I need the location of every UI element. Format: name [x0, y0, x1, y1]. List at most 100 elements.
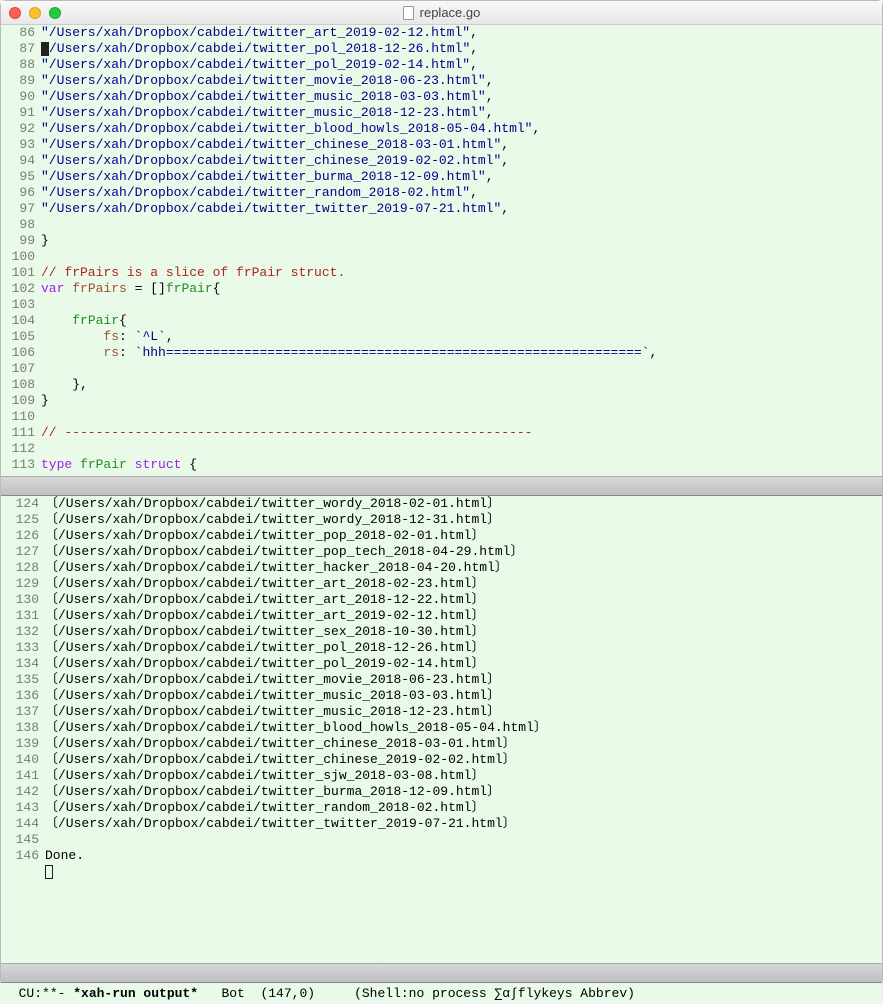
code-line[interactable]: 103 [5, 297, 882, 313]
code-token: } [41, 393, 49, 408]
code-line[interactable]: 93"/Users/xah/Dropbox/cabdei/twitter_chi… [5, 137, 882, 153]
output-text: 〔/Users/xah/Dropbox/cabdei/twitter_music… [45, 688, 500, 703]
minimize-window-button[interactable] [29, 7, 41, 19]
code-line[interactable]: 108 }, [5, 377, 882, 393]
code-token: "/Users/xah/Dropbox/cabdei/twitter_rando… [41, 185, 470, 200]
line-number: 87 [5, 41, 35, 57]
code-line[interactable]: 104 frPair{ [5, 313, 882, 329]
code-line[interactable]: 106 rs: `hhh============================… [5, 345, 882, 361]
code-line[interactable]: 97"/Users/xah/Dropbox/cabdei/twitter_twi… [5, 201, 882, 217]
line-number: 97 [5, 201, 35, 217]
code-line[interactable]: 113type frPair struct { [5, 457, 882, 473]
close-window-button[interactable] [9, 7, 21, 19]
code-line[interactable]: 102var frPairs = []frPair{ [5, 281, 882, 297]
output-line[interactable]: 145 [5, 832, 882, 848]
output-line[interactable]: 139〔/Users/xah/Dropbox/cabdei/twitter_ch… [5, 736, 882, 752]
modeline-bottom[interactable]: CU:**- *xah-run output* Bot (147,0) (She… [1, 963, 882, 983]
output-line[interactable]: 136〔/Users/xah/Dropbox/cabdei/twitter_mu… [5, 688, 882, 704]
output-text: 〔/Users/xah/Dropbox/cabdei/twitter_music… [45, 704, 500, 719]
line-number: 130 [5, 592, 39, 608]
output-line[interactable]: 143〔/Users/xah/Dropbox/cabdei/twitter_ra… [5, 800, 882, 816]
code-token: "/Users/xah/Dropbox/cabdei/twitter_movie… [41, 73, 486, 88]
code-line[interactable]: 101// frPairs is a slice of frPair struc… [5, 265, 882, 281]
output-line[interactable]: 126 〔/Users/xah/Dropbox/cabdei/twitter_po… [5, 528, 882, 544]
code-line[interactable]: 99} [5, 233, 882, 249]
output-line[interactable] [5, 864, 882, 880]
line-number: 90 [5, 89, 35, 105]
code-line[interactable]: 86"/Users/xah/Dropbox/cabdei/twitter_art… [5, 25, 882, 41]
output-line[interactable]: 125〔/Users/xah/Dropbox/cabdei/twitter_wo… [5, 512, 882, 528]
line-number: 134 [5, 656, 39, 672]
line-number: 106 [5, 345, 35, 361]
code-line[interactable]: 91"/Users/xah/Dropbox/cabdei/twitter_mus… [5, 105, 882, 121]
zoom-window-button[interactable] [49, 7, 61, 19]
output-line[interactable]: 124 〔/Users/xah/Dropbox/cabdei/twitter_wo… [5, 496, 882, 512]
code-line[interactable]: 105 fs: `^L`, [5, 329, 882, 345]
output-line[interactable]: 134〔/Users/xah/Dropbox/cabdei/twitter_po… [5, 656, 882, 672]
output-text: 〔/Users/xah/Dropbox/cabdei/twitter_rando… [45, 800, 484, 815]
line-number: 113 [5, 457, 35, 473]
output-line[interactable]: 146Done. [5, 848, 882, 864]
code-line[interactable]: 87/Users/xah/Dropbox/cabdei/twitter_pol_… [5, 41, 882, 57]
output-line[interactable]: 127〔/Users/xah/Dropbox/cabdei/twitter_po… [5, 544, 882, 560]
output-line[interactable]: 128〔/Users/xah/Dropbox/cabdei/twitter_ha… [5, 560, 882, 576]
line-number: 139 [5, 736, 39, 752]
line-number: 103 [5, 297, 35, 313]
output-line[interactable]: 130〔/Users/xah/Dropbox/cabdei/twitter_ar… [5, 592, 882, 608]
output-text: 〔/Users/xah/Dropbox/cabdei/twitter_pop_2… [45, 528, 484, 543]
output-line[interactable]: 135〔/Users/xah/Dropbox/cabdei/twitter_mo… [5, 672, 882, 688]
output-area[interactable]: 124 〔/Users/xah/Dropbox/cabdei/twitter_wo… [1, 496, 882, 880]
code-line[interactable]: 90"/Users/xah/Dropbox/cabdei/twitter_mus… [5, 89, 882, 105]
code-line[interactable]: 112 [5, 441, 882, 457]
output-text: Done. [45, 848, 84, 863]
line-number: 144 [5, 816, 39, 832]
code-line[interactable]: 109} [5, 393, 882, 409]
output-text: 〔/Users/xah/Dropbox/cabdei/twitter_sjw_2… [45, 768, 484, 783]
output-line[interactable]: 142〔/Users/xah/Dropbox/cabdei/twitter_bu… [5, 784, 882, 800]
code-line[interactable]: 100 [5, 249, 882, 265]
code-area-top[interactable]: 86"/Users/xah/Dropbox/cabdei/twitter_art… [1, 25, 882, 473]
code-line[interactable]: 96"/Users/xah/Dropbox/cabdei/twitter_ran… [5, 185, 882, 201]
code-token: /Users/xah/Dropbox/cabdei/twitter_pol_20… [49, 41, 470, 56]
output-text: 〔/Users/xah/Dropbox/cabdei/twitter_art_2… [45, 608, 484, 623]
code-line[interactable]: 95"/Users/xah/Dropbox/cabdei/twitter_bur… [5, 169, 882, 185]
code-token: // -------------------------------------… [41, 425, 532, 440]
code-line[interactable]: 89"/Users/xah/Dropbox/cabdei/twitter_mov… [5, 73, 882, 89]
window-controls [9, 7, 61, 19]
output-text: 〔/Users/xah/Dropbox/cabdei/twitter_pop_t… [45, 544, 523, 559]
output-text: 〔/Users/xah/Dropbox/cabdei/twitter_chine… [45, 752, 516, 767]
line-number: 131 [5, 608, 39, 624]
code-line[interactable]: 88"/Users/xah/Dropbox/cabdei/twitter_pol… [5, 57, 882, 73]
output-line[interactable]: 133〔/Users/xah/Dropbox/cabdei/twitter_po… [5, 640, 882, 656]
code-line[interactable]: 94"/Users/xah/Dropbox/cabdei/twitter_chi… [5, 153, 882, 169]
code-line[interactable]: 107 [5, 361, 882, 377]
output-text: 〔/Users/xah/Dropbox/cabdei/twitter_movie… [45, 672, 500, 687]
code-line[interactable]: 92"/Users/xah/Dropbox/cabdei/twitter_blo… [5, 121, 882, 137]
output-line[interactable]: 132〔/Users/xah/Dropbox/cabdei/twitter_se… [5, 624, 882, 640]
editor-pane-bottom[interactable]: 124 〔/Users/xah/Dropbox/cabdei/twitter_wo… [1, 496, 882, 963]
code-line[interactable]: 110 [5, 409, 882, 425]
line-number: 124 [5, 496, 39, 512]
code-token: `hhh====================================… [135, 345, 650, 360]
line-number: 104 [5, 313, 35, 329]
code-line[interactable]: 111// ----------------------------------… [5, 425, 882, 441]
code-token: , [532, 121, 540, 136]
output-line[interactable]: 141〔/Users/xah/Dropbox/cabdei/twitter_sj… [5, 768, 882, 784]
code-token: , [486, 169, 494, 184]
code-token: frPair [166, 281, 213, 296]
output-line[interactable]: 131 〔/Users/xah/Dropbox/cabdei/twitter_ar… [5, 608, 882, 624]
line-number: 126 [5, 528, 39, 544]
line-number: 145 [5, 832, 39, 848]
output-line[interactable]: 129〔/Users/xah/Dropbox/cabdei/twitter_ar… [5, 576, 882, 592]
text-cursor [41, 42, 49, 56]
editor-pane-top[interactable]: 86"/Users/xah/Dropbox/cabdei/twitter_art… [1, 25, 882, 476]
output-line[interactable]: 140〔/Users/xah/Dropbox/cabdei/twitter_ch… [5, 752, 882, 768]
output-text: 〔/Users/xah/Dropbox/cabdei/twitter_wordy… [45, 496, 500, 511]
output-line[interactable]: 144〔/Users/xah/Dropbox/cabdei/twitter_tw… [5, 816, 882, 832]
output-line[interactable]: 137 〔/Users/xah/Dropbox/cabdei/twitter_mu… [5, 704, 882, 720]
modeline-top[interactable]: CU:**- replace.go 54% (87,0) Git:master … [1, 476, 882, 496]
line-number: 137 [5, 704, 39, 720]
code-line[interactable]: 98 [5, 217, 882, 233]
output-line[interactable]: 138〔/Users/xah/Dropbox/cabdei/twitter_bl… [5, 720, 882, 736]
line-number: 98 [5, 217, 35, 233]
